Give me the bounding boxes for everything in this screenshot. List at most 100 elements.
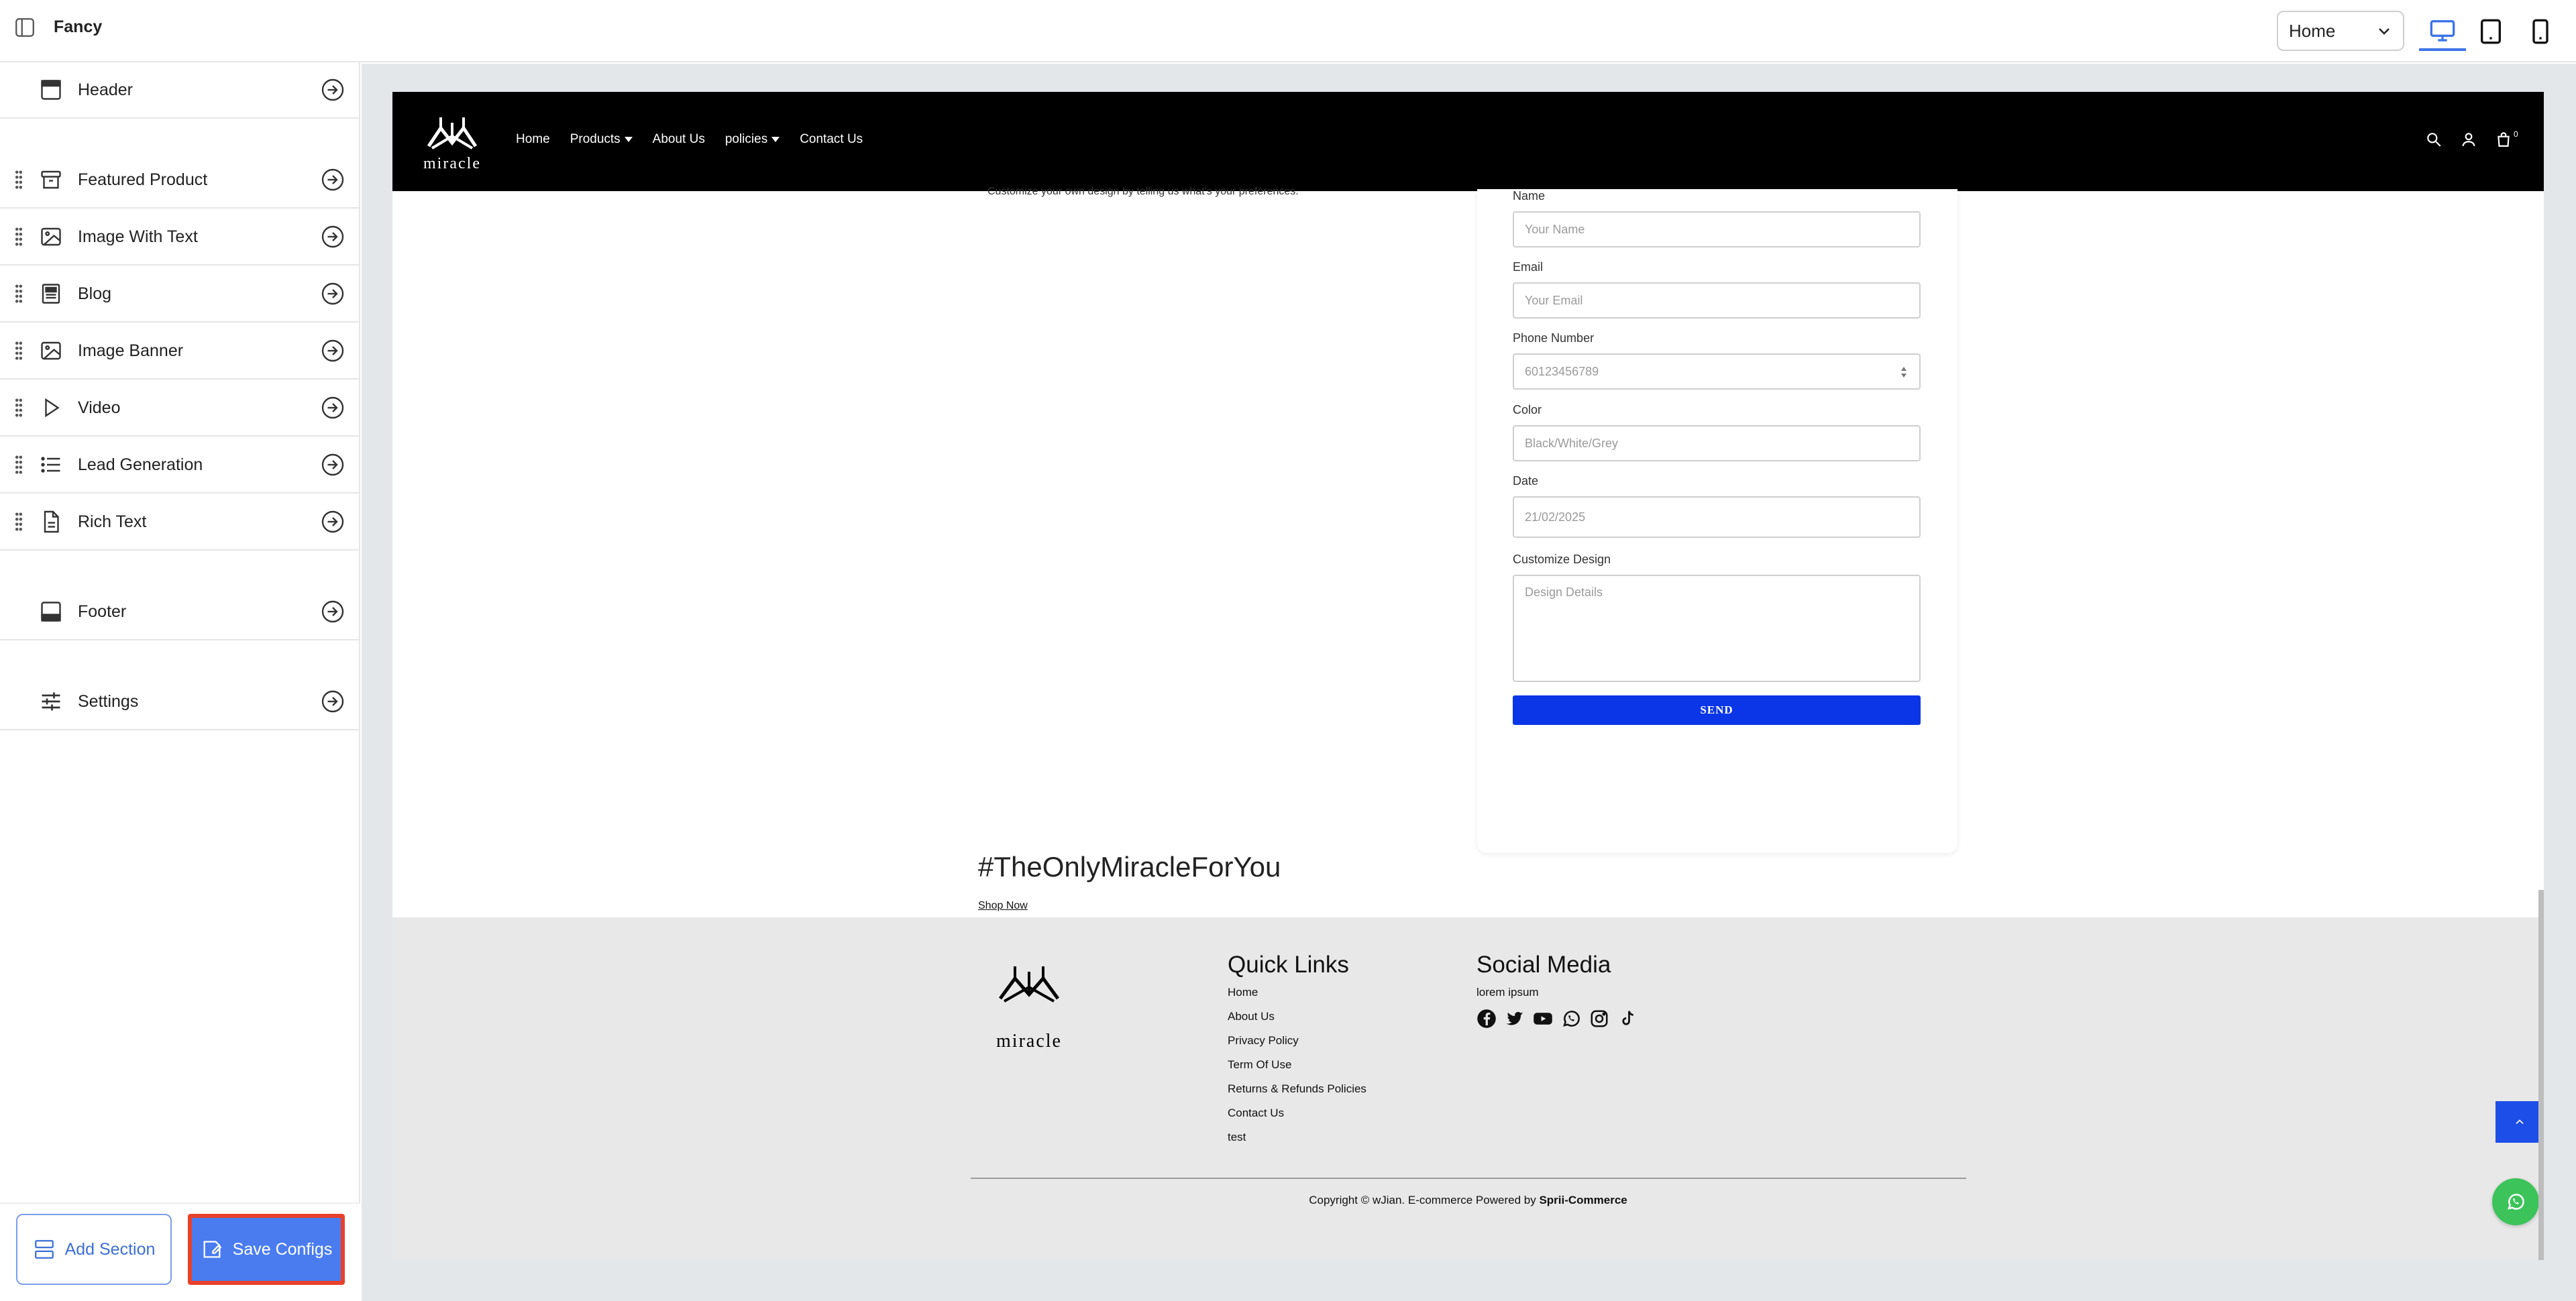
mobile-icon	[2532, 19, 2548, 44]
quick-links-heading: Quick Links	[1228, 952, 1349, 978]
page-select-value: Home	[2289, 20, 2336, 41]
instagram-icon[interactable]	[1589, 1009, 1609, 1029]
footer-icon	[41, 602, 61, 622]
date-value: 21/02/2025	[1525, 510, 1586, 524]
footer-link-privacy-policy[interactable]: Privacy Policy	[1228, 1034, 1299, 1048]
send-button[interactable]: SEND	[1513, 695, 1921, 725]
arrow-right-circle-icon[interactable]	[321, 689, 345, 714]
email-input[interactable]: Your Email	[1513, 282, 1921, 319]
youtube-icon[interactable]	[1533, 1009, 1553, 1029]
add-section-icon	[34, 1240, 54, 1259]
footer-link-test[interactable]: test	[1228, 1131, 1246, 1144]
arrow-right-circle-icon[interactable]	[321, 78, 345, 102]
phone-label: Phone Number	[1513, 331, 1595, 345]
color-input[interactable]: Black/White/Grey	[1513, 425, 1921, 461]
sidebar-item-blog[interactable]: Blog	[0, 266, 360, 323]
footer-link-home[interactable]: Home	[1228, 986, 1258, 999]
arrow-right-circle-icon[interactable]	[321, 510, 345, 534]
scroll-to-top-button[interactable]	[2496, 1101, 2544, 1143]
sidebar-item-label: Image Banner	[78, 341, 184, 360]
caret-down-icon	[771, 137, 780, 142]
drag-handle-icon[interactable]	[15, 284, 23, 304]
sidebar-item-image-with-text[interactable]: Image With Text	[0, 209, 360, 266]
nav-policies[interactable]: policies	[725, 132, 780, 147]
footer-miracle-logo[interactable]	[985, 957, 1073, 1031]
name-placeholder: Your Name	[1525, 222, 1585, 236]
tablet-icon	[2481, 19, 2501, 44]
drag-handle-icon[interactable]	[15, 455, 23, 475]
nav-policies-label: policies	[724, 132, 768, 146]
nav-products[interactable]: Products	[570, 132, 633, 147]
blog-icon	[42, 284, 60, 304]
arrow-right-circle-icon[interactable]	[321, 600, 345, 624]
design-textarea[interactable]: Design Details	[1513, 575, 1921, 682]
copyright-brand[interactable]: Sprii-Commerce	[1539, 1194, 1627, 1206]
whatsapp-icon	[2508, 1194, 2524, 1210]
chevron-up-icon	[2516, 1119, 2524, 1125]
page-select[interactable]: Home	[2277, 11, 2404, 51]
sidebar-item-label: Image With Text	[78, 227, 198, 246]
design-placeholder: Design Details	[1525, 585, 1603, 599]
cart-icon[interactable]	[2495, 131, 2512, 148]
arrow-right-circle-icon[interactable]	[321, 339, 345, 363]
nav-contact-us[interactable]: Contact Us	[800, 132, 863, 147]
color-label: Color	[1513, 403, 1542, 416]
drag-handle-icon[interactable]	[15, 512, 23, 532]
number-spinner-icon[interactable]	[1899, 364, 1909, 380]
whatsapp-chat-button[interactable]	[2492, 1178, 2539, 1225]
sliders-icon	[42, 692, 60, 711]
sidebar-item-featured-product[interactable]: Featured Product	[0, 152, 360, 209]
sidebar-item-image-banner[interactable]: Image Banner	[0, 323, 360, 380]
search-icon[interactable]	[2425, 131, 2443, 148]
drag-handle-icon[interactable]	[15, 398, 23, 418]
footer-link-term-of-use[interactable]: Term Of Use	[1228, 1058, 1291, 1072]
sidebar-item-header[interactable]: Header	[0, 62, 360, 119]
save-configs-button[interactable]: Save Configs	[188, 1214, 345, 1285]
desktop-icon	[2430, 20, 2455, 42]
footer-link-contact-us[interactable]: Contact Us	[1228, 1107, 1284, 1120]
drag-handle-icon[interactable]	[15, 341, 23, 361]
facebook-icon[interactable]	[1477, 1009, 1497, 1029]
sidebar-item-label: Footer	[78, 602, 127, 621]
header-icon	[41, 80, 61, 100]
desktop-view-button[interactable]	[2419, 12, 2466, 51]
drag-handle-icon[interactable]	[15, 170, 23, 190]
sidebar-item-footer[interactable]: Footer	[0, 584, 360, 640]
twitter-icon[interactable]	[1505, 1009, 1525, 1029]
site-header: miracle Home Products About Us policies …	[392, 92, 2544, 191]
nav-about-us[interactable]: About Us	[653, 132, 705, 147]
phone-input[interactable]: 60123456789	[1513, 353, 1921, 390]
tiktok-icon[interactable]	[1617, 1009, 1638, 1029]
name-label: Name	[1513, 189, 1546, 203]
arrow-right-circle-icon[interactable]	[321, 453, 345, 477]
toggle-panel-icon[interactable]	[13, 16, 36, 39]
logo-wordmark: miracle	[423, 155, 481, 172]
date-input[interactable]: 21/02/2025	[1513, 496, 1921, 538]
sidebar-item-lead-generation[interactable]: Lead Generation	[0, 437, 360, 494]
sidebar-item-label: Lead Generation	[78, 455, 203, 474]
shop-now-link[interactable]: Shop Now	[978, 900, 1028, 912]
color-placeholder: Black/White/Grey	[1525, 436, 1619, 450]
tagline-heading: #TheOnlyMiracleForYou	[978, 851, 1281, 883]
sidebar-item-rich-text[interactable]: Rich Text	[0, 494, 360, 551]
nav-home[interactable]: Home	[516, 132, 550, 147]
arrow-right-circle-icon[interactable]	[321, 225, 345, 249]
arrow-right-circle-icon[interactable]	[321, 282, 345, 306]
arrow-right-circle-icon[interactable]	[321, 168, 345, 192]
mobile-view-button[interactable]	[2517, 12, 2564, 51]
name-input[interactable]: Your Name	[1513, 211, 1921, 247]
sidebar-item-settings[interactable]: Settings	[0, 674, 360, 730]
preview-scrollbar[interactable]	[2538, 890, 2544, 1260]
footer-link-about-us[interactable]: About Us	[1228, 1010, 1275, 1023]
footer-link-returns-refunds[interactable]: Returns & Refunds Policies	[1228, 1082, 1366, 1096]
user-icon[interactable]	[2460, 131, 2477, 148]
tablet-view-button[interactable]	[2467, 12, 2514, 51]
site-preview: miracle Home Products About Us policies …	[392, 92, 2544, 1260]
email-placeholder: Your Email	[1525, 293, 1583, 307]
play-icon	[45, 398, 60, 418]
arrow-right-circle-icon[interactable]	[321, 396, 345, 420]
add-section-button[interactable]: Add Section	[16, 1214, 172, 1285]
whatsapp-icon[interactable]	[1561, 1009, 1581, 1029]
sidebar-item-video[interactable]: Video	[0, 380, 360, 437]
drag-handle-icon[interactable]	[15, 227, 23, 247]
